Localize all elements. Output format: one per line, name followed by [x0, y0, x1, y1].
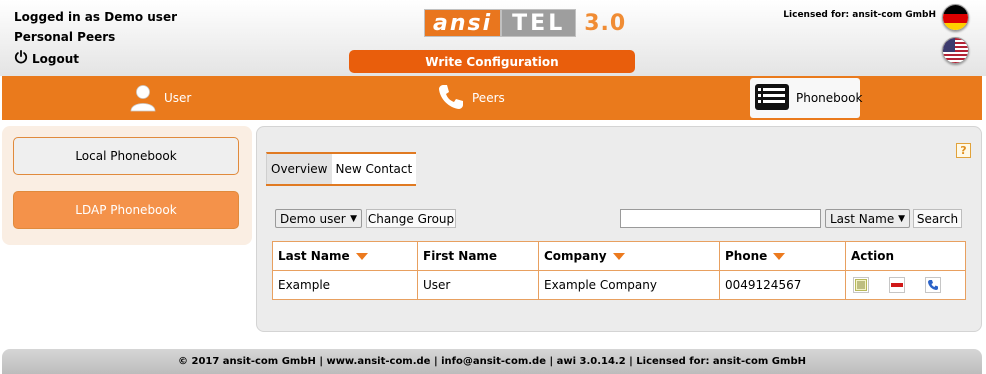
cell-actions [845, 270, 966, 300]
dial-icon[interactable] [925, 277, 941, 293]
column-header-label: Company [544, 249, 607, 263]
column-header-label: Action [851, 249, 895, 263]
sidebar-item-ldap-phonebook[interactable]: LDAP Phonebook [13, 191, 239, 229]
nav-item-user[interactable]: User [128, 76, 191, 120]
column-header-company[interactable]: Company [538, 241, 720, 271]
search-field-select[interactable]: Last Name ▼ [825, 209, 910, 228]
user-icon [128, 82, 158, 115]
column-header-first-name: First Name [417, 241, 539, 271]
login-status-text: Logged in as Demo user [14, 10, 177, 24]
write-configuration-button[interactable]: Write Configuration [349, 50, 635, 73]
column-header-phone[interactable]: Phone [719, 241, 846, 271]
search-input[interactable] [620, 209, 821, 228]
tab-bar: Overview New Contact [266, 152, 417, 186]
tab-overview[interactable]: Overview [266, 152, 332, 184]
nav-user-label: User [164, 91, 192, 105]
nav-item-peers[interactable]: Peers [436, 76, 505, 120]
header: Logged in as Demo user Personal Peers Lo… [0, 0, 986, 76]
edit-icon[interactable] [853, 277, 869, 293]
ansitel-logo: ansi TEL 3.0 [424, 8, 626, 38]
personal-peers-link[interactable]: Personal Peers [14, 30, 115, 44]
german-flag-icon[interactable] [942, 4, 969, 31]
footer: © 2017 ansit-com GmbH | www.ansit-com.de… [2, 349, 982, 374]
logout-button[interactable]: Logout [14, 50, 79, 67]
cell-phone: 0049124567 [719, 270, 846, 300]
logo-tel: TEL [501, 9, 577, 37]
table-header-row: Last Name First Name Company Phone Actio… [272, 241, 966, 271]
sort-arrow-icon [773, 253, 786, 260]
logo-version: 3.0 [584, 10, 627, 36]
logo-ansi: ansi [424, 9, 502, 37]
change-group-button[interactable]: Change Group [366, 209, 456, 228]
tab-new-contact[interactable]: New Contact [331, 152, 417, 184]
column-header-label: Last Name [278, 249, 350, 263]
search-button[interactable]: Search [913, 209, 962, 228]
phonebook-icon [754, 82, 790, 115]
column-header-label: First Name [423, 249, 498, 263]
nav-item-phonebook[interactable]: Phonebook [750, 78, 863, 118]
column-header-label: Phone [725, 249, 768, 263]
group-select-value: Demo user [280, 211, 346, 226]
sort-arrow-icon [612, 253, 625, 260]
contacts-table: Last Name First Name Company Phone Actio… [272, 241, 966, 300]
license-text: Licensed for: ansit-com GmbH [783, 10, 936, 20]
help-icon[interactable]: ? [956, 143, 971, 158]
phone-icon [436, 82, 466, 115]
column-header-last-name[interactable]: Last Name [272, 241, 418, 271]
group-select[interactable]: Demo user ▼ [275, 209, 362, 228]
table-row: Example User Example Company 0049124567 [272, 270, 966, 300]
nav-phonebook-label: Phonebook [796, 91, 863, 105]
delete-icon[interactable] [889, 277, 905, 293]
logout-label: Logout [32, 51, 80, 66]
sidebar-item-local-phonebook[interactable]: Local Phonebook [13, 137, 239, 175]
sort-arrow-icon [355, 253, 368, 260]
cell-last-name: Example [272, 270, 418, 300]
us-flag-icon[interactable] [942, 37, 969, 64]
cell-company: Example Company [538, 270, 720, 300]
power-icon [14, 50, 28, 67]
column-header-action: Action [845, 241, 966, 271]
main-nav: User Peers Phonebook [2, 76, 982, 120]
sidebar: Local Phonebook LDAP Phonebook [2, 126, 252, 245]
dropdown-arrow-icon: ▼ [350, 213, 357, 224]
search-field-select-value: Last Name [830, 211, 895, 226]
cell-first-name: User [417, 270, 539, 300]
main-panel: ? Overview New Contact Demo user ▼ Chang… [256, 126, 982, 332]
dropdown-arrow-icon: ▼ [898, 213, 905, 224]
nav-peers-label: Peers [472, 91, 505, 105]
